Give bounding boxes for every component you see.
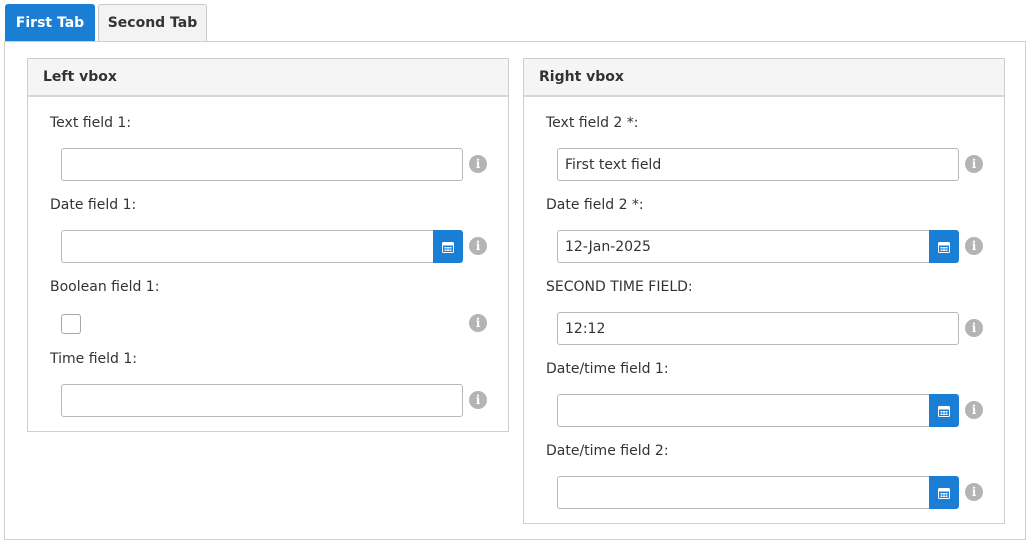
second-time-field-label: SECOND TIME FIELD: bbox=[546, 279, 693, 295]
time-field-1-label: Time field 1: bbox=[50, 351, 137, 367]
left-vbox-header: Left vbox bbox=[28, 59, 508, 97]
right-vbox-title: Right vbox bbox=[539, 69, 624, 85]
info-icon[interactable]: i bbox=[965, 237, 983, 255]
boolean-field-1-label: Boolean field 1: bbox=[50, 279, 160, 295]
datetime-field-1-label: Date/time field 1: bbox=[546, 361, 669, 377]
time-field-1-input[interactable] bbox=[61, 384, 463, 417]
second-time-field-input[interactable]: 12:12 bbox=[557, 312, 959, 345]
info-icon[interactable]: i bbox=[469, 237, 487, 255]
right-vbox-header: Right vbox bbox=[524, 59, 1004, 97]
boolean-field-1-checkbox[interactable] bbox=[61, 314, 81, 334]
text-field-1-label: Text field 1: bbox=[50, 115, 132, 131]
datetime-field-2-input[interactable] bbox=[557, 476, 929, 509]
info-icon[interactable]: i bbox=[965, 319, 983, 337]
left-vbox-title: Left vbox bbox=[43, 69, 117, 85]
datetime-field-2-label: Date/time field 2: bbox=[546, 443, 669, 459]
date-field-1-label: Date field 1: bbox=[50, 197, 137, 213]
info-icon[interactable]: i bbox=[469, 155, 487, 173]
info-icon[interactable]: i bbox=[965, 401, 983, 419]
tab-first[interactable]: First Tab bbox=[5, 4, 95, 41]
datetime-field-1-input[interactable] bbox=[557, 394, 929, 427]
info-icon[interactable]: i bbox=[965, 483, 983, 501]
date-field-2-calendar-button[interactable] bbox=[929, 230, 959, 263]
date-field-1-input[interactable] bbox=[61, 230, 433, 263]
calendar-icon bbox=[938, 487, 950, 499]
calendar-icon bbox=[938, 241, 950, 253]
datetime-field-1-calendar-button[interactable] bbox=[929, 394, 959, 427]
tab-label: First Tab bbox=[15, 15, 85, 31]
datetime-field-2-calendar-button[interactable] bbox=[929, 476, 959, 509]
calendar-icon bbox=[938, 405, 950, 417]
date-field-2-label: Date field 2 *: bbox=[546, 197, 644, 213]
tab-label: Second Tab bbox=[107, 15, 198, 31]
tab-second[interactable]: Second Tab bbox=[98, 4, 207, 41]
info-icon[interactable]: i bbox=[469, 391, 487, 409]
info-icon[interactable]: i bbox=[965, 155, 983, 173]
tab-panel: Left vbox Text field 1: i Date field 1: … bbox=[4, 41, 1026, 540]
date-field-1-calendar-button[interactable] bbox=[433, 230, 463, 263]
date-field-2-input[interactable]: 12-Jan-2025 bbox=[557, 230, 929, 263]
info-icon[interactable]: i bbox=[469, 314, 487, 332]
text-field-2-input[interactable]: First text field bbox=[557, 148, 959, 181]
left-vbox: Left vbox Text field 1: i Date field 1: … bbox=[27, 58, 509, 432]
right-vbox: Right vbox Text field 2 *: First text fi… bbox=[523, 58, 1005, 524]
calendar-icon bbox=[442, 241, 454, 253]
text-field-1-input[interactable] bbox=[61, 148, 463, 181]
text-field-2-label: Text field 2 *: bbox=[546, 115, 639, 131]
